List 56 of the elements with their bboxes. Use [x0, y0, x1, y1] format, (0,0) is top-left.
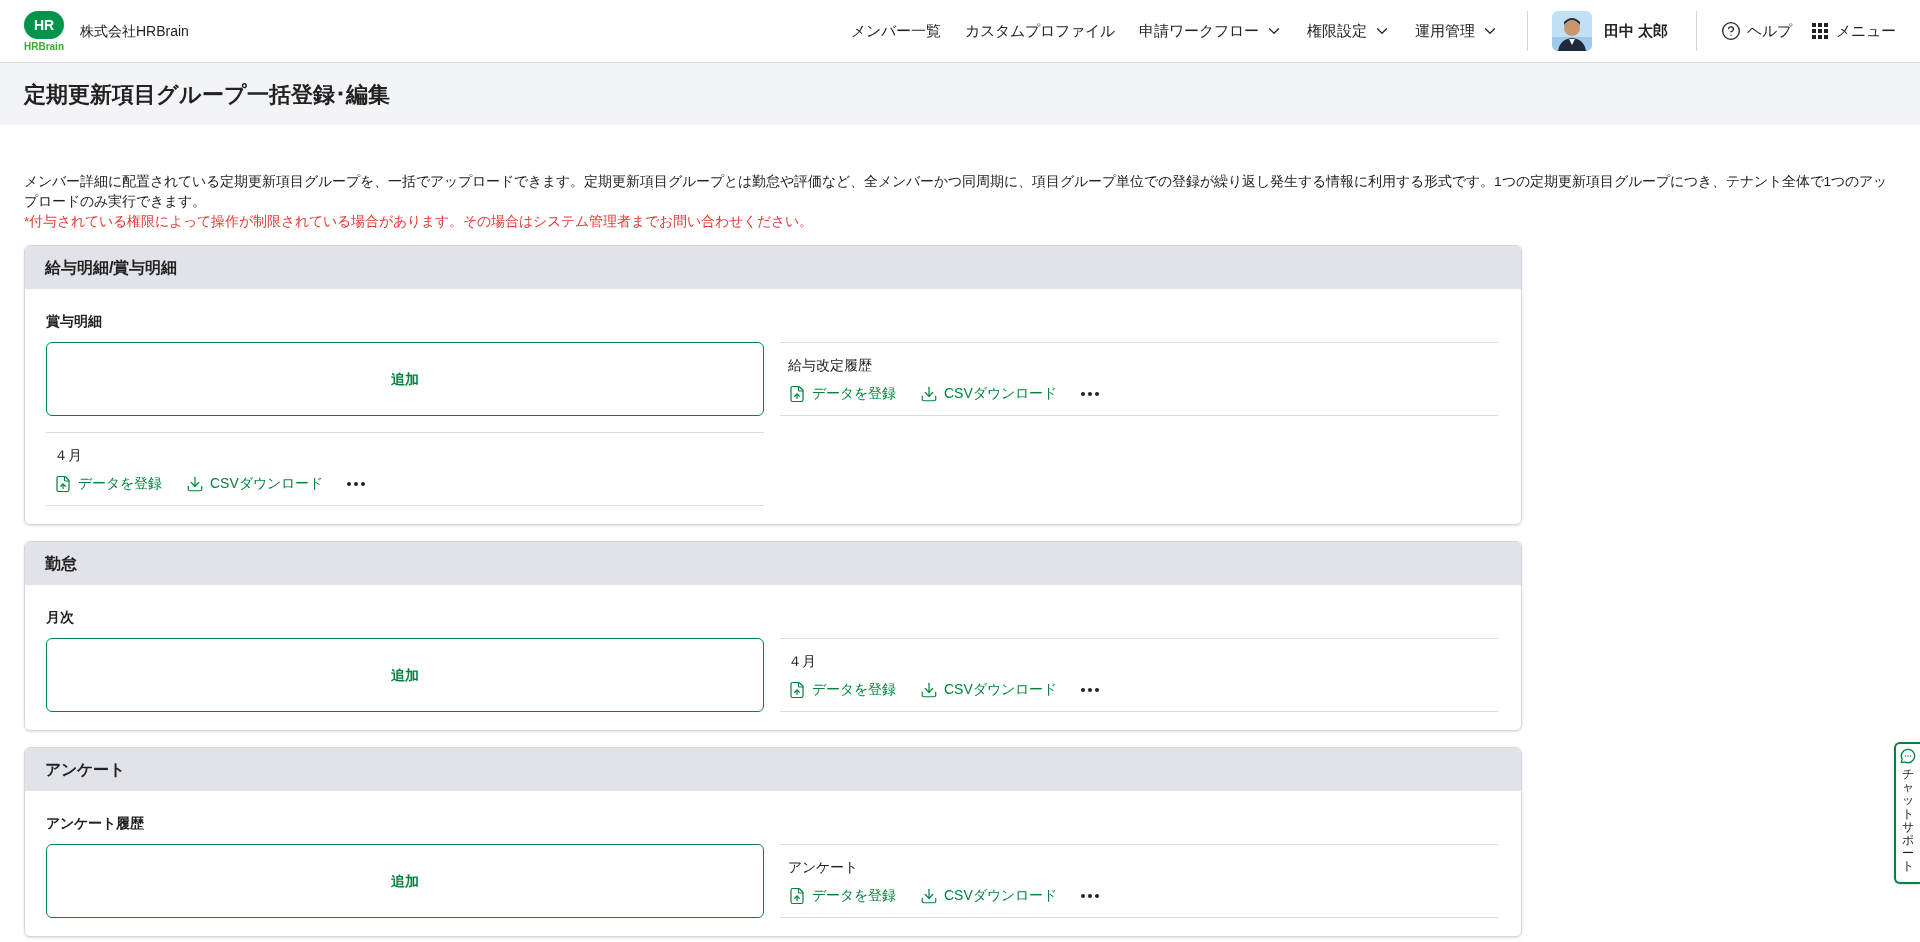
download-icon	[186, 474, 204, 493]
more-button[interactable]	[346, 481, 365, 486]
menu-button[interactable]: メニュー	[1812, 19, 1896, 43]
section-title: 勤怠	[45, 553, 77, 574]
file-upload-icon	[54, 474, 72, 493]
section-title: アンケート	[45, 759, 125, 780]
add-button[interactable]: 追加	[46, 844, 764, 918]
csv-download-link[interactable]: CSVダウンロード	[920, 885, 1057, 906]
more-button[interactable]	[1080, 893, 1099, 898]
file-upload-icon	[788, 384, 806, 403]
item-name: ４月	[788, 652, 817, 671]
notice: *付与されている権限によって操作が制限されている場合があります。その場合はシステム管理者までお問い合わせください。	[24, 213, 815, 231]
nav-link[interactable]: 申請ワークフロー	[1138, 19, 1283, 43]
download-icon	[920, 680, 938, 699]
csv-download-link[interactable]: CSVダウンロード	[920, 679, 1057, 700]
nav-link[interactable]: メンバー一覧	[850, 19, 941, 43]
chat-icon	[1900, 748, 1916, 764]
item-name: 給与改定履歴	[788, 356, 873, 375]
file-upload-icon	[788, 886, 806, 905]
nav-link[interactable]: 権限設定	[1306, 19, 1391, 43]
add-button[interactable]: 追加	[46, 342, 764, 416]
company-name: 株式会社HRBrain	[80, 21, 189, 41]
group-title: 月次	[46, 608, 75, 627]
more-icon	[1080, 391, 1099, 396]
more-icon	[1080, 893, 1099, 898]
more-button[interactable]	[1080, 687, 1099, 692]
csv-download-link[interactable]: CSVダウンロード	[920, 383, 1057, 404]
register-data-link[interactable]: データを登録	[788, 885, 896, 906]
add-button[interactable]: 追加	[46, 638, 764, 712]
file-upload-icon	[788, 680, 806, 699]
item-name: アンケート	[788, 858, 859, 877]
csv-download-link[interactable]: CSVダウンロード	[186, 473, 323, 494]
help-icon	[1721, 21, 1741, 41]
download-icon	[920, 384, 938, 403]
page-title: 定期更新項目グループ一括登録･編集	[24, 80, 390, 109]
chat-support-tab[interactable]: チャットサポート	[1894, 742, 1920, 884]
logo-mark: HR	[33, 17, 55, 32]
more-icon	[1080, 687, 1099, 692]
nav-link[interactable]: 運用管理	[1414, 19, 1499, 43]
more-icon	[346, 481, 365, 486]
description: メンバー詳細に配置されている定期更新項目グループを、一括でアップロードできます。定期更新項目グループとは勤怠や評価など、全メンバーかつ同周期に、項目グループ単位での登録が繰り返し発生する情報に利用する形式です。1つの定期更新項目グループにつき、テナント全体で1つのアップロードのみ実行できます。	[24, 173, 1889, 211]
grid-menu-icon	[1812, 23, 1828, 39]
chat-support-label: チャットサポート	[1902, 768, 1914, 874]
help-link[interactable]: ヘルプ	[1721, 19, 1792, 43]
group-title: 賞与明細	[46, 312, 103, 331]
download-icon	[920, 886, 938, 905]
logo-wordmark: HRBrain	[24, 41, 64, 52]
register-data-link[interactable]: データを登録	[54, 473, 162, 494]
user-name[interactable]: 田中 太郎	[1603, 19, 1668, 43]
register-data-link[interactable]: データを登録	[788, 383, 896, 404]
item-name: ４月	[54, 446, 83, 465]
nav-link[interactable]: カスタムプロファイル	[964, 19, 1115, 43]
group-title: アンケート履歴	[46, 814, 145, 833]
more-button[interactable]	[1080, 391, 1099, 396]
register-data-link[interactable]: データを登録	[788, 679, 896, 700]
section-title: 給与明細/賞与明細	[45, 257, 178, 278]
